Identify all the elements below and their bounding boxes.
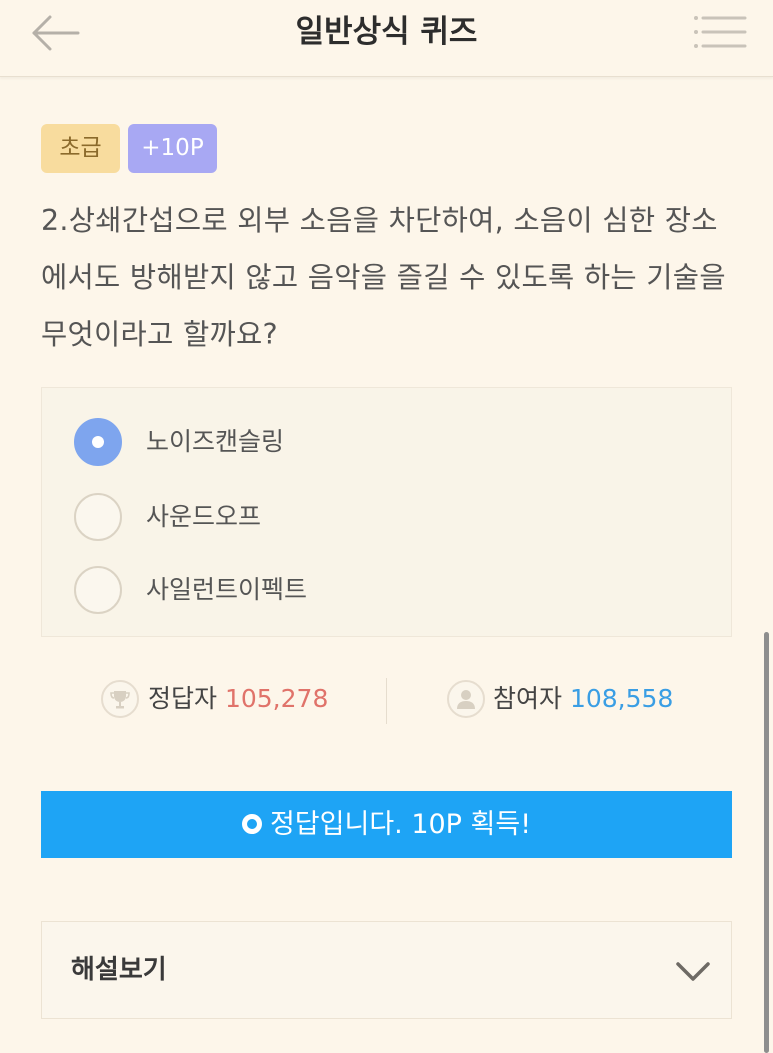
result-content: 정답입니다. 10P 획득!: [241, 791, 532, 858]
participants-count: 108,558: [569, 684, 674, 713]
radio-icon[interactable]: [74, 493, 122, 541]
back-button[interactable]: [22, 10, 86, 56]
radio-icon[interactable]: [74, 566, 122, 614]
menu-list-icon: [694, 16, 747, 48]
correct-stat: 정답자 105,278: [148, 678, 328, 720]
correct-label: 정답자: [148, 684, 218, 713]
menu-button[interactable]: [689, 12, 749, 56]
option-label: 사운드오프: [146, 502, 262, 531]
chevron-down-icon: [676, 962, 710, 981]
stats-divider: [386, 678, 387, 724]
question-text: 2.상쇄간섭으로 외부 소음을 차단하여, 소음이 심한 장소에서도 방해받지 …: [41, 204, 726, 351]
participants-stat: 참여자 108,558: [493, 678, 673, 720]
quiz-stats: 정답자 105,278 참여자 108,558: [41, 672, 732, 728]
option-label: 사일런트이펙트: [146, 575, 308, 604]
correct-count: 105,278: [224, 684, 329, 713]
scrollbar[interactable]: [764, 632, 769, 1053]
option-item[interactable]: 노이즈캔슬링: [74, 418, 694, 470]
target-circle-icon: [241, 813, 262, 834]
result-banner: 정답입니다. 10P 획득!: [41, 791, 732, 858]
user-icon: [447, 680, 485, 718]
app-header: 일반상식 퀴즈: [0, 0, 773, 77]
option-label: 노이즈캔슬링: [146, 427, 285, 456]
options-list: 노이즈캔슬링 사운드오프 사일런트이펙트: [41, 387, 732, 637]
radio-selected-icon[interactable]: [74, 418, 122, 466]
result-message: 정답입니다. 10P 획득!: [269, 809, 532, 840]
explanation-toggle[interactable]: 해설보기: [41, 921, 732, 1019]
participants-label: 참여자: [493, 684, 563, 713]
page-title: 일반상식 퀴즈: [295, 14, 478, 50]
level-badge: 초급: [41, 124, 120, 173]
points-badge: +10P: [128, 124, 217, 173]
explanation-label: 해설보기: [71, 955, 167, 985]
option-item[interactable]: 사일런트이펙트: [74, 566, 694, 618]
trophy-icon: [101, 680, 139, 718]
back-arrow-icon: [32, 15, 80, 51]
option-item[interactable]: 사운드오프: [74, 493, 694, 545]
